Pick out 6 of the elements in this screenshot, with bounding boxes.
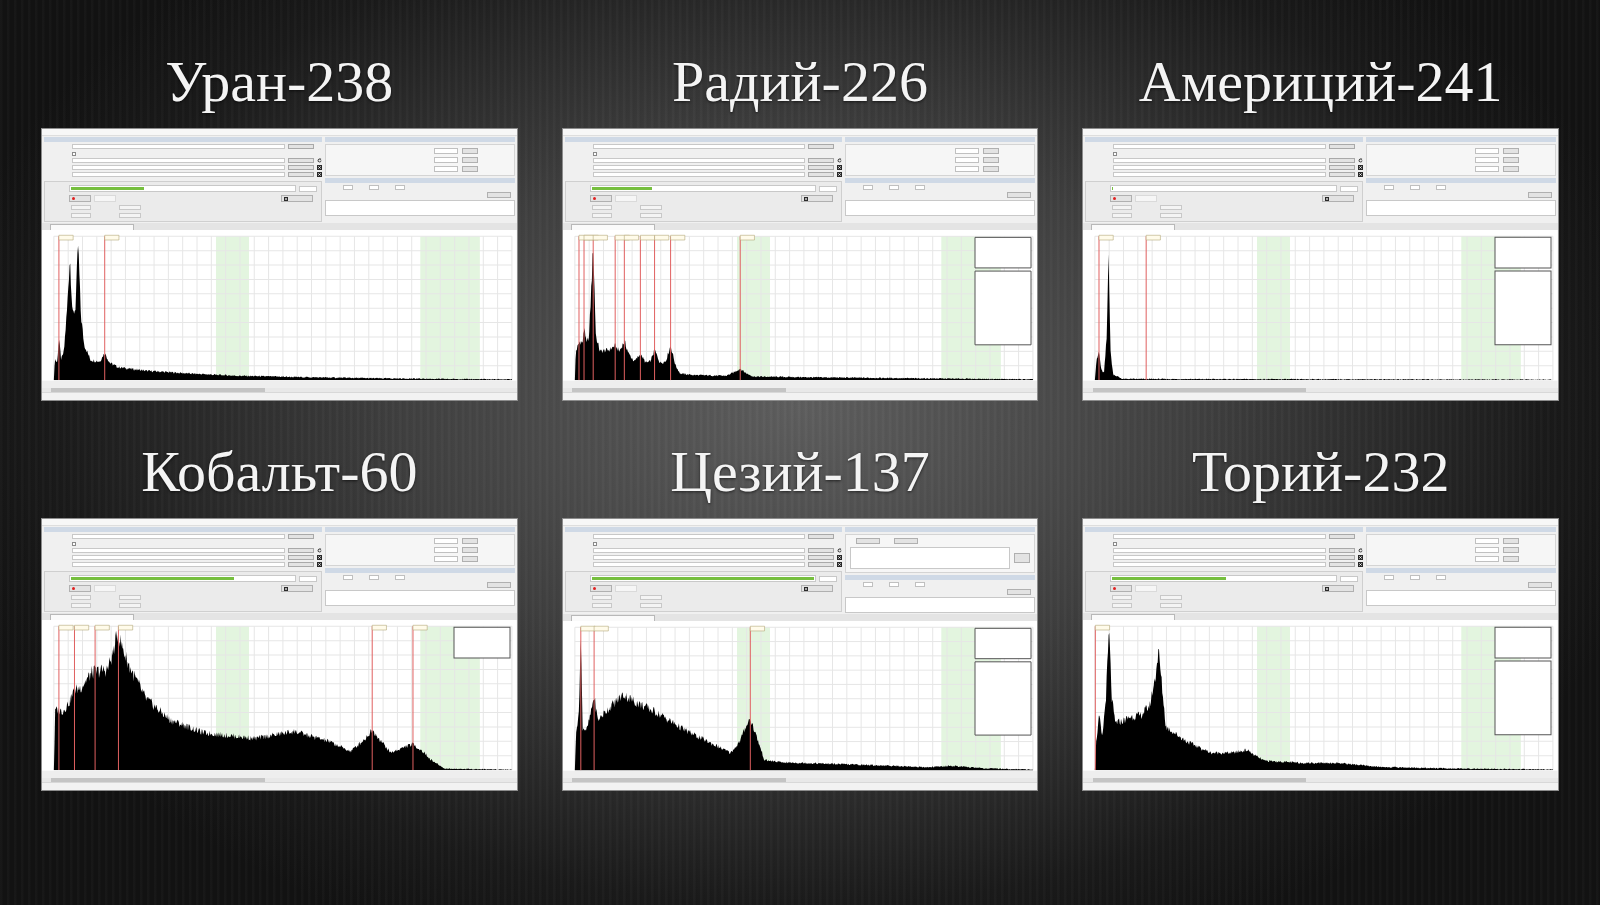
isotope-title: Кобальт-60 bbox=[141, 440, 418, 504]
isotope-title: Цезий-137 bbox=[670, 440, 930, 504]
isotope-title: Америций-241 bbox=[1138, 50, 1503, 114]
isotope-title: Радий-226 bbox=[672, 50, 928, 114]
isotope-title: Уран-238 bbox=[165, 50, 394, 114]
isotope-title: Торий-232 bbox=[1191, 440, 1450, 504]
